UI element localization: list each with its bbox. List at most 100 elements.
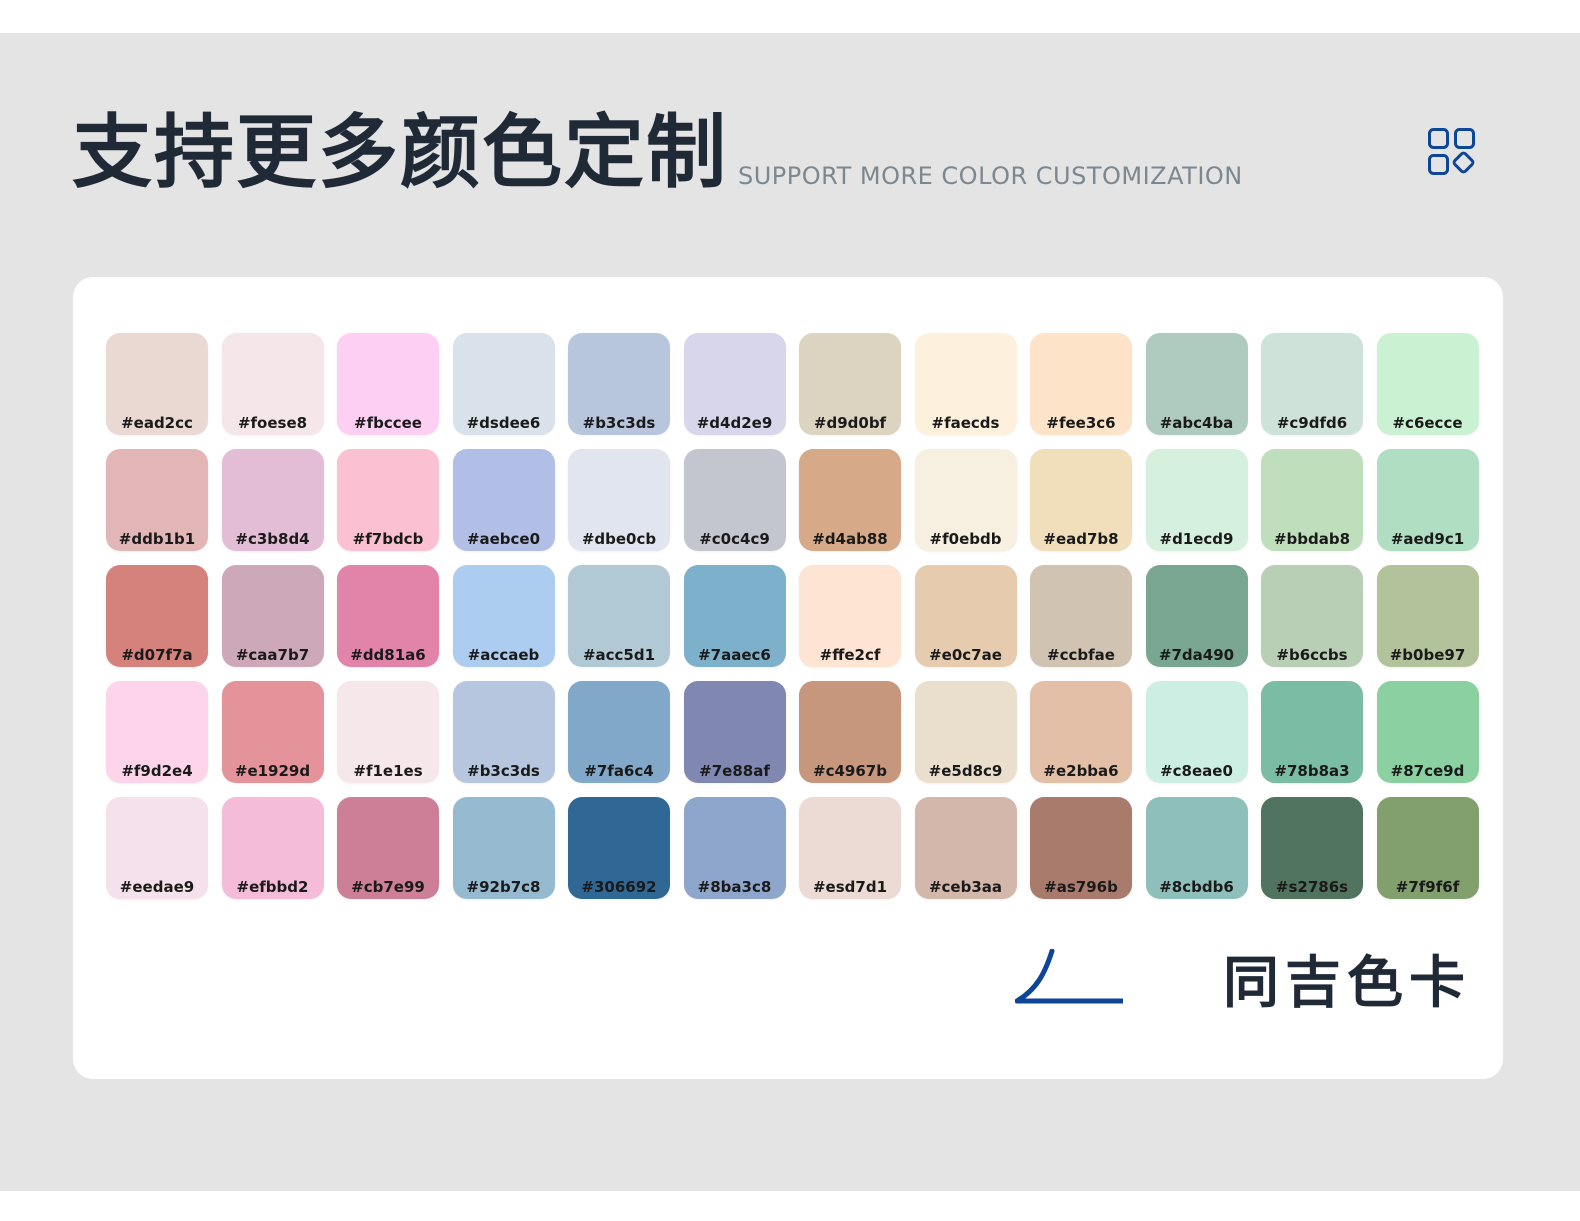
color-swatch[interactable]: #b0be97 xyxy=(1376,565,1479,667)
color-swatch[interactable]: #dsdee6 xyxy=(452,333,555,435)
color-swatch[interactable]: #f9d2e4 xyxy=(106,681,208,783)
color-swatch[interactable]: #c6ecce xyxy=(1376,333,1479,435)
color-swatch[interactable]: #b6ccbs xyxy=(1261,565,1363,667)
color-swatch[interactable]: #e5d8c9 xyxy=(914,681,1017,783)
swatch-label: #d9d0bf xyxy=(813,414,887,432)
color-swatch[interactable]: #acc5d1 xyxy=(568,565,670,667)
color-swatch[interactable]: #s2786s xyxy=(1261,797,1363,899)
color-swatch[interactable]: #b3c3ds xyxy=(452,681,555,783)
color-swatch[interactable]: #d4ab88 xyxy=(799,449,901,551)
swatch-label: #f7bdcb xyxy=(352,530,424,548)
color-swatch[interactable]: #f1e1es xyxy=(337,681,439,783)
color-swatch[interactable]: #b3c3ds xyxy=(568,333,670,435)
color-swatch[interactable]: #efbbd2 xyxy=(221,797,324,899)
swatch-label: #caa7b7 xyxy=(235,646,310,664)
color-swatch[interactable]: #aebce0 xyxy=(452,449,555,551)
swatch-label: #ceb3aa xyxy=(928,878,1003,896)
color-swatch[interactable]: #as796b xyxy=(1030,797,1132,899)
swatch-label: #c8eae0 xyxy=(1160,762,1233,780)
color-swatch[interactable]: #7da490 xyxy=(1145,565,1248,667)
color-swatch[interactable]: #ceb3aa xyxy=(914,797,1017,899)
color-swatch[interactable]: #c9dfd6 xyxy=(1261,333,1363,435)
color-swatch[interactable]: #8cbdb6 xyxy=(1145,797,1248,899)
brand-name: 同吉色卡 xyxy=(1223,951,1471,1016)
brand-swoosh-icon xyxy=(1015,949,1123,1004)
color-swatch[interactable]: #bbdab8 xyxy=(1261,449,1363,551)
swatch-label: #c4967b xyxy=(813,762,887,780)
swatch-label: #c3b8d4 xyxy=(235,530,310,548)
swatch-label: #c6ecce xyxy=(1392,414,1463,432)
color-swatch[interactable]: #78b8a3 xyxy=(1261,681,1363,783)
color-swatch[interactable]: #abc4ba xyxy=(1145,333,1248,435)
color-swatch[interactable]: #7fa6c4 xyxy=(568,681,670,783)
swatch-label: #as796b xyxy=(1044,878,1118,896)
swatch-label: #s2786s xyxy=(1275,878,1349,896)
color-swatch[interactable]: #dd81a6 xyxy=(337,565,439,667)
color-swatch[interactable]: #ddb1b1 xyxy=(106,449,208,551)
color-swatch[interactable]: #e1929d xyxy=(221,681,324,783)
color-swatch[interactable]: #c3b8d4 xyxy=(221,449,324,551)
color-swatch[interactable]: #fbccee xyxy=(337,333,439,435)
swatch-label: #f1e1es xyxy=(353,762,423,780)
swatch-label: #aed9c1 xyxy=(1390,530,1465,548)
color-swatch[interactable]: #ccbfae xyxy=(1030,565,1132,667)
color-swatch[interactable]: #f0ebdb xyxy=(914,449,1017,551)
color-swatch[interactable]: #foese8 xyxy=(221,333,324,435)
color-swatch[interactable]: #e2bba6 xyxy=(1030,681,1132,783)
color-swatch[interactable]: #caa7b7 xyxy=(221,565,324,667)
page-subtitle: SUPPORT MORE COLOR CUSTOMIZATION xyxy=(738,162,1243,190)
color-swatch[interactable]: #7f9f6f xyxy=(1376,797,1479,899)
swatch-label: #dbe0cb xyxy=(581,530,657,548)
color-swatch[interactable]: #d07f7a xyxy=(106,565,208,667)
color-swatch[interactable]: #ead2cc xyxy=(106,333,208,435)
swatch-label: #7da490 xyxy=(1158,646,1235,664)
color-swatch[interactable]: #d1ecd9 xyxy=(1145,449,1248,551)
swatch-label: #b3c3ds xyxy=(582,414,656,432)
swatch-label: #ddb1b1 xyxy=(118,530,196,548)
color-swatch[interactable]: #d9d0bf xyxy=(799,333,901,435)
color-swatch[interactable]: #c8eae0 xyxy=(1145,681,1248,783)
swatch-label: #d1ecd9 xyxy=(1159,530,1234,548)
swatch-label: #efbbd2 xyxy=(236,878,309,896)
color-swatch[interactable]: #7aaec6 xyxy=(683,565,786,667)
swatch-label: #abc4ba xyxy=(1159,414,1234,432)
swatch-label: #7fa6c4 xyxy=(584,762,654,780)
swatch-label: #d4ab88 xyxy=(812,530,888,548)
color-swatch[interactable]: #dbe0cb xyxy=(568,449,670,551)
swatch-label: #esd7d1 xyxy=(812,878,888,896)
color-swatch[interactable]: #87ce9d xyxy=(1376,681,1479,783)
swatch-label: #c9dfd6 xyxy=(1276,414,1348,432)
color-swatch[interactable]: #fee3c6 xyxy=(1030,333,1132,435)
color-card: #ead2cc #foese8 #fbccee #dsdee6 #b3c3ds #d4d2… xyxy=(73,277,1503,1079)
swatch-label: #8ba3c8 xyxy=(697,878,772,896)
color-swatch[interactable]: #aed9c1 xyxy=(1376,449,1479,551)
color-swatch[interactable]: #ead7b8 xyxy=(1030,449,1132,551)
swatch-label: #eedae9 xyxy=(119,878,195,896)
swatch-label: #ffe2cf xyxy=(819,646,881,664)
color-swatch[interactable]: #faecds xyxy=(914,333,1017,435)
color-swatch[interactable]: #esd7d1 xyxy=(799,797,901,899)
color-swatch[interactable]: #d4d2e9 xyxy=(683,333,786,435)
page-title: 支持更多颜色定制 xyxy=(72,106,728,199)
swatch-label: #e1929d xyxy=(234,762,311,780)
color-swatch[interactable]: #c0c4c9 xyxy=(683,449,786,551)
color-swatch[interactable]: #7e88af xyxy=(683,681,786,783)
swatch-label: #b3c3ds xyxy=(467,762,540,780)
color-swatch[interactable]: #cb7e99 xyxy=(337,797,439,899)
swatch-label: #8cbdb6 xyxy=(1159,878,1234,896)
swatch-label: #7f9f6f xyxy=(1395,878,1460,896)
color-swatch[interactable]: #306692 xyxy=(568,797,670,899)
swatch-label: #b6ccbs xyxy=(1276,646,1348,664)
color-swatch[interactable]: #eedae9 xyxy=(106,797,208,899)
swatch-label: #foese8 xyxy=(237,414,308,432)
color-swatch[interactable]: #f7bdcb xyxy=(337,449,439,551)
grid-icon xyxy=(1428,128,1475,175)
swatch-label: #ead2cc xyxy=(121,414,193,432)
color-swatch[interactable]: #92b7c8 xyxy=(452,797,555,899)
swatch-label: #dsdee6 xyxy=(466,414,541,432)
color-swatch[interactable]: #ffe2cf xyxy=(799,565,901,667)
color-swatch[interactable]: #accaeb xyxy=(452,565,555,667)
color-swatch[interactable]: #c4967b xyxy=(799,681,901,783)
color-swatch[interactable]: #8ba3c8 xyxy=(683,797,786,899)
color-swatch[interactable]: #e0c7ae xyxy=(914,565,1017,667)
